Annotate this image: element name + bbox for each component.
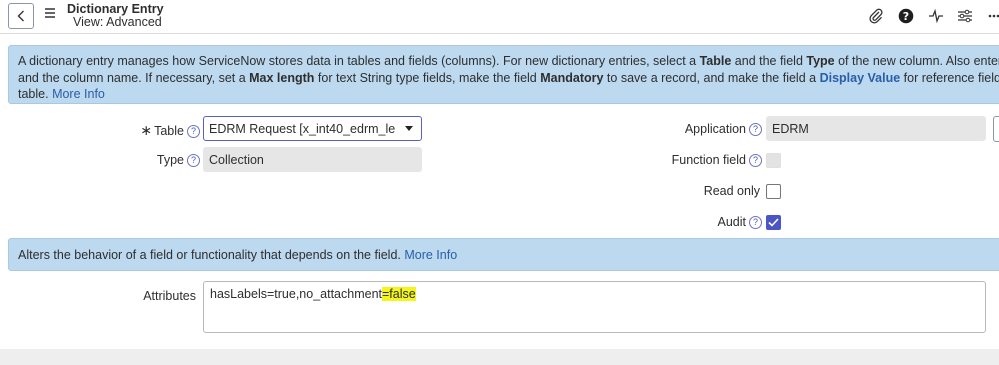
svg-text:?: ?: [903, 10, 909, 23]
table-label-row: ∗ Table?: [130, 122, 200, 139]
function-field-label: Function field: [671, 153, 746, 167]
attributes-label: Attributes: [143, 289, 196, 303]
chevron-left-icon: [17, 10, 24, 22]
checkmark-icon: [768, 218, 779, 227]
more-icon[interactable]: [984, 7, 999, 25]
audit-label: Audit: [717, 215, 747, 229]
function-field-label-row: Function field?: [640, 153, 762, 168]
mandatory-asterisk-icon: ∗: [140, 122, 153, 138]
application-label: Application: [684, 122, 746, 136]
settings-icon[interactable]: [955, 7, 975, 25]
type-field: Collection: [203, 147, 422, 172]
caret-down-icon: [405, 126, 413, 131]
table-select[interactable]: EDRM Request [x_int40_edrm_legal...: [203, 116, 422, 141]
attributes-more-info-link[interactable]: More Info: [404, 248, 457, 262]
type-label-row: Type?: [130, 153, 200, 168]
read-only-label-row: Read only: [640, 184, 760, 198]
read-only-label: Read only: [703, 184, 760, 198]
help-circle-icon[interactable]: ?: [187, 154, 200, 168]
attributes-textarea[interactable]: hasLabels=true,no_attachment=false: [203, 281, 986, 333]
table-select-value: EDRM Request [x_int40_edrm_legal...: [209, 121, 395, 136]
audit-label-row: Audit?: [640, 215, 762, 230]
banner-line-1: A dictionary entry manages how ServiceNo…: [18, 54, 999, 68]
help-circle-icon[interactable]: ?: [749, 123, 762, 137]
attributes-value-highlight: =false: [382, 287, 416, 301]
display-value-link[interactable]: Display Value: [820, 71, 901, 85]
application-label-row: Application?: [640, 122, 762, 137]
more-info-link[interactable]: More Info: [52, 87, 105, 101]
banner-line-2: and the column name. If necessary, set a…: [18, 70, 999, 85]
paperclip-icon[interactable]: [866, 7, 886, 25]
view-label: View: Advanced: [73, 15, 162, 29]
function-field-checkbox: [766, 153, 781, 168]
type-label: Type: [156, 153, 184, 167]
attributes-value: hasLabels=true,no_attachment: [210, 287, 382, 301]
help-circle-icon[interactable]: ?: [749, 154, 762, 168]
form-header: Dictionary Entry View: Advanced ?: [0, 0, 999, 34]
activity-icon[interactable]: [926, 7, 946, 25]
help-circle-icon[interactable]: ?: [187, 125, 200, 139]
banner-line-3: table. More Info: [18, 87, 105, 101]
page-title: Dictionary Entry: [67, 2, 164, 16]
table-label: Table: [154, 124, 184, 138]
audit-checkbox[interactable]: [766, 215, 781, 230]
application-field: EDRM: [766, 116, 986, 141]
help-circle-icon[interactable]: ?: [749, 216, 762, 230]
footer-bar: [0, 349, 999, 365]
menu-icon[interactable]: [45, 8, 55, 18]
application-lookup-button[interactable]: [993, 116, 999, 142]
info-banner: A dictionary entry manages how ServiceNo…: [8, 45, 999, 104]
back-button[interactable]: [8, 3, 34, 29]
read-only-checkbox[interactable]: [766, 184, 781, 199]
attributes-info-banner: Alters the behavior of a field or functi…: [8, 238, 999, 271]
help-icon[interactable]: ?: [896, 7, 916, 25]
